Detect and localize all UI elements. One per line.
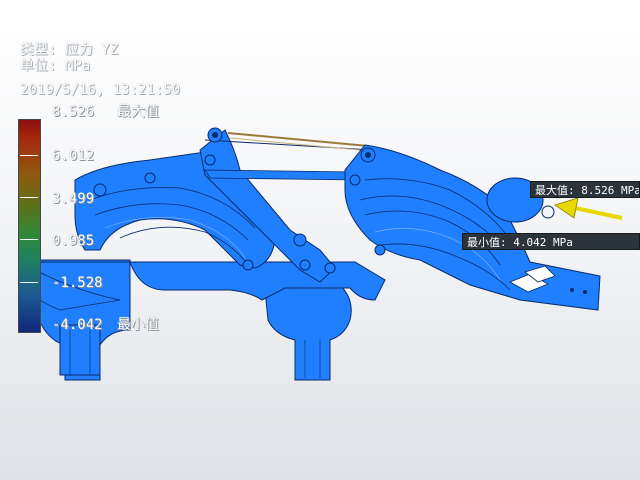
legend-min-label: 最小值 [117,317,159,333]
unit-label: 单位: MPa [20,58,91,74]
main-body-right [344,144,601,311]
legend-tick [20,155,38,156]
legend-value: 6.012 [52,148,95,164]
legend-value: -1.528 [52,275,103,291]
result-type-label: 类型: 应力 YZ [20,42,119,58]
legend-value-min: -4.042 [52,317,103,333]
legend-tick [20,197,38,198]
support-bracket-middle [264,278,352,381]
timestamp-label: 2019/5/16, 13:21:50 [20,82,181,98]
legend-value: 0.985 [52,233,95,249]
max-probe-arrow [554,197,623,220]
legend-value: 3.499 [52,191,95,207]
max-value-probe[interactable]: 最大值: 8.526 MPa [530,181,640,198]
min-value-probe[interactable]: 最小值: 4.042 MPa [462,233,640,250]
legend-tick [20,239,38,240]
legend-tick [20,282,38,283]
legend-max-label: 最大值 [117,104,159,120]
stress-color-legend [18,119,41,333]
legend-value-max: 8.526 [52,104,95,120]
